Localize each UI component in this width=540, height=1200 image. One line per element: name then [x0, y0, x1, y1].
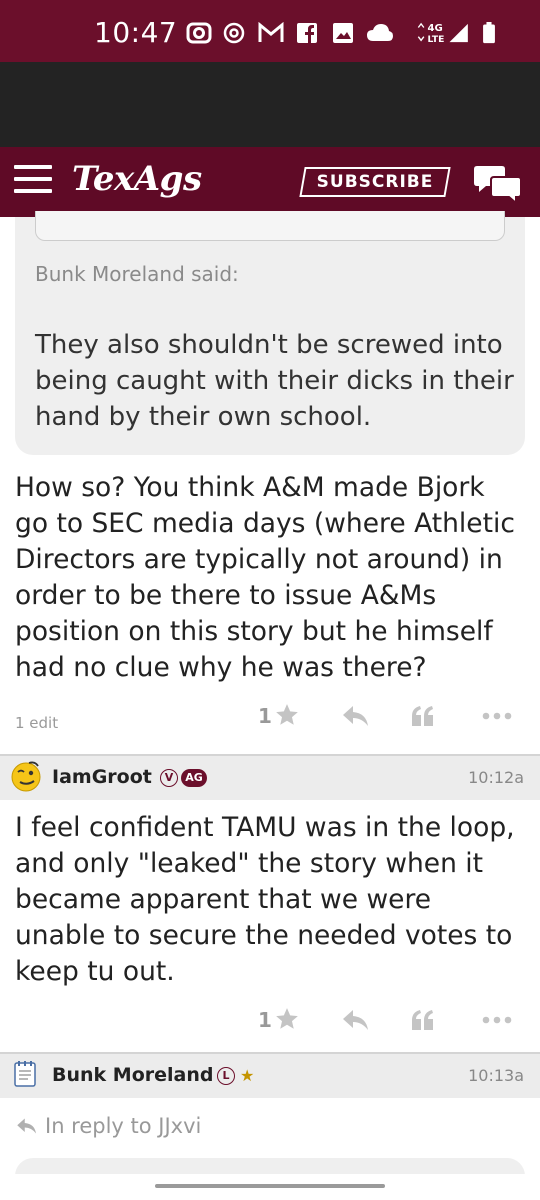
texags-logo[interactable]: TexAgs: [72, 159, 202, 199]
reply-to-label: In reply to JJxvi: [45, 1114, 202, 1138]
star-count: 1: [258, 704, 272, 728]
star-badge-icon: ★: [240, 1066, 255, 1085]
svg-text:4G: 4G: [428, 23, 443, 34]
at-icon: [223, 22, 245, 44]
photos-icon: [333, 23, 353, 43]
notepad-avatar[interactable]: [12, 1060, 38, 1088]
status-bar: 10:47 4G LTE: [0, 0, 540, 62]
reply-icon[interactable]: [342, 704, 370, 728]
post-body: How so? You think A&M made Bjork go to S…: [15, 472, 515, 683]
screen: 10:47 4G LTE TexAgs SUBSCRIBE Bunk Morel…: [0, 0, 540, 1200]
star-icon[interactable]: [274, 702, 300, 728]
status-time: 10:47: [94, 16, 178, 49]
battery-icon: [483, 22, 495, 44]
cloud-icon: [367, 24, 393, 41]
hamburger-icon[interactable]: [14, 165, 52, 197]
post-body: I feel confident TAMU was in the loop, a…: [15, 812, 515, 987]
chat-bubbles-icon[interactable]: [474, 163, 522, 203]
avatar[interactable]: [10, 760, 42, 792]
more-icon[interactable]: [482, 1016, 512, 1024]
signal-icon: 4G LTE: [417, 22, 468, 44]
badge-v: V: [160, 769, 178, 787]
quote-icon[interactable]: [410, 1008, 436, 1032]
app-header: TexAgs SUBSCRIBE: [0, 147, 540, 217]
quote-icon[interactable]: [410, 704, 436, 728]
system-nav-bar: [0, 1174, 540, 1200]
svg-text:LTE: LTE: [428, 34, 445, 44]
nested-quote: [35, 211, 505, 241]
home-gesture-pill[interactable]: [155, 1184, 385, 1188]
gmail-icon: [258, 22, 284, 42]
quote-text: They also shouldn't be screwed into bein…: [35, 330, 514, 432]
quote-author: Bunk Moreland said:: [35, 262, 239, 286]
reply-icon[interactable]: [342, 1008, 370, 1032]
post-actions: 1: [254, 1006, 524, 1036]
post-header: IamGroot V AG 10:12a: [0, 756, 540, 800]
badge-l: L: [217, 1067, 235, 1085]
reply-icon: [17, 1118, 36, 1134]
more-icon[interactable]: [482, 712, 512, 720]
post-timestamp[interactable]: 10:13a: [468, 1066, 524, 1085]
quote-block: Bunk Moreland said: They also shouldn't …: [15, 211, 525, 455]
username[interactable]: Bunk Moreland: [52, 1064, 213, 1086]
subscribe-label: SUBSCRIBE: [316, 172, 434, 192]
edit-count[interactable]: 1 edit: [15, 714, 58, 732]
app-top-bar: [0, 62, 540, 147]
facebook-icon: [297, 23, 317, 43]
post-timestamp[interactable]: 10:12a: [468, 768, 524, 787]
badge-ag: AG: [181, 769, 207, 787]
star-icon[interactable]: [274, 1006, 300, 1032]
post-actions: 1: [254, 702, 524, 732]
instagram-icon: [186, 22, 212, 44]
subscribe-button[interactable]: SUBSCRIBE: [299, 167, 451, 197]
username[interactable]: IamGroot: [52, 766, 152, 788]
reply-to-link[interactable]: In reply to JJxvi: [15, 1114, 201, 1138]
star-count: 1: [258, 1008, 272, 1032]
post-header: Bunk Moreland L ★ 10:13a: [0, 1054, 540, 1098]
